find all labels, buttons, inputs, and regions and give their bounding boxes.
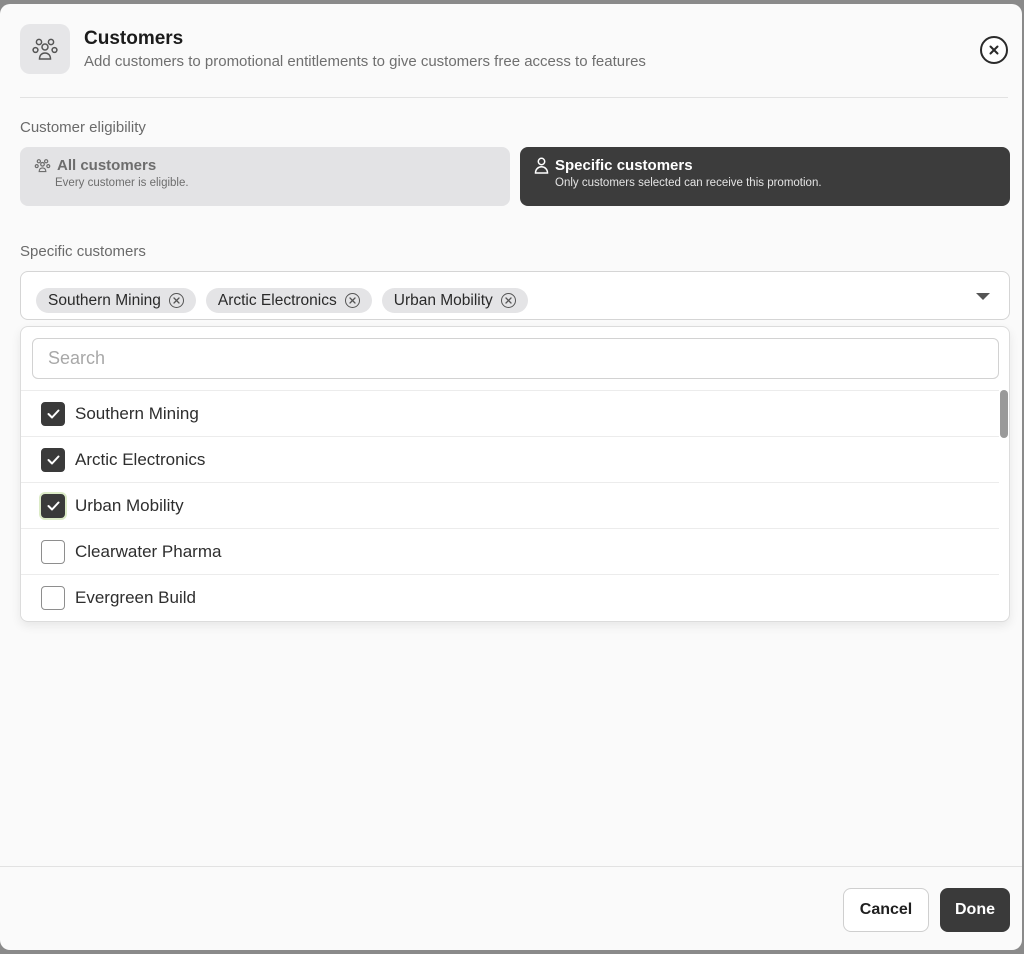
chip-arctic-electronics: Arctic Electronics <box>205 288 372 313</box>
search-input[interactable] <box>32 338 999 379</box>
option-label: Clearwater Pharma <box>75 541 222 561</box>
list-item[interactable]: Southern Mining <box>21 390 999 436</box>
customer-dropdown: Southern Mining Arctic Electronics Urban… <box>20 326 1010 622</box>
customer-options-list: Southern Mining Arctic Electronics Urban… <box>21 390 999 620</box>
close-button[interactable] <box>980 36 1008 64</box>
checkbox-checked[interactable] <box>41 401 65 426</box>
option-label: Southern Mining <box>75 403 199 423</box>
cancel-button[interactable]: Cancel <box>843 888 929 932</box>
modal-subtitle: Add customers to promotional entitlement… <box>84 53 646 70</box>
check-icon <box>47 409 59 418</box>
done-button[interactable]: Done <box>940 888 1010 932</box>
header-divider <box>20 97 1008 98</box>
modal-title: Customers <box>84 28 184 49</box>
check-icon <box>47 501 59 510</box>
chip-label: Urban Mobility <box>393 291 493 309</box>
checkbox-checked[interactable] <box>41 493 65 518</box>
list-item[interactable]: Evergreen Build <box>21 574 999 620</box>
eligibility-option-title: All customers <box>57 157 157 174</box>
customer-multiselect[interactable]: Southern Mining Arctic Electronics Urban… <box>20 271 1010 320</box>
checkbox-unchecked[interactable] <box>41 585 65 610</box>
modal-header: Customers Add customers to promotional e… <box>20 24 1008 94</box>
option-label: Urban Mobility <box>75 495 184 515</box>
group-icon <box>20 24 70 74</box>
option-label: Arctic Electronics <box>75 449 206 469</box>
eligibility-option-description: Every customer is eligible. <box>55 177 189 189</box>
group-icon <box>34 159 51 173</box>
check-icon <box>47 455 59 464</box>
user-icon <box>534 157 549 174</box>
customers-modal: Customers Add customers to promotional e… <box>0 4 1022 950</box>
scrollbar-thumb[interactable] <box>1000 390 1008 438</box>
list-item[interactable]: Clearwater Pharma <box>21 528 999 574</box>
list-item[interactable]: Arctic Electronics <box>21 436 999 482</box>
checkbox-unchecked[interactable] <box>41 539 65 564</box>
option-label: Evergreen Build <box>75 587 196 607</box>
checkbox-checked[interactable] <box>41 447 65 472</box>
chip-urban-mobility: Urban Mobility <box>381 288 528 313</box>
chip-label: Arctic Electronics <box>217 291 337 309</box>
chip-label: Southern Mining <box>48 291 161 309</box>
eligibility-option-title: Specific customers <box>555 157 693 174</box>
eligibility-label: Customer eligibility <box>20 119 146 136</box>
remove-chip-icon[interactable] <box>500 293 516 308</box>
close-icon <box>989 45 999 55</box>
list-item[interactable]: Urban Mobility <box>21 482 999 528</box>
footer-divider <box>0 866 1022 867</box>
remove-chip-icon[interactable] <box>344 293 360 308</box>
chip-southern-mining: Southern Mining <box>36 288 196 313</box>
specific-customers-label: Specific customers <box>20 243 146 260</box>
eligibility-option-all[interactable]: All customers Every customer is eligible… <box>20 147 510 206</box>
eligibility-option-specific[interactable]: Specific customers Only customers select… <box>520 147 1010 206</box>
eligibility-option-description: Only customers selected can receive this… <box>555 177 822 189</box>
selected-chips: Southern Mining Arctic Electronics Urban… <box>36 288 528 313</box>
chevron-down-icon[interactable] <box>976 293 990 300</box>
remove-chip-icon[interactable] <box>168 293 184 308</box>
